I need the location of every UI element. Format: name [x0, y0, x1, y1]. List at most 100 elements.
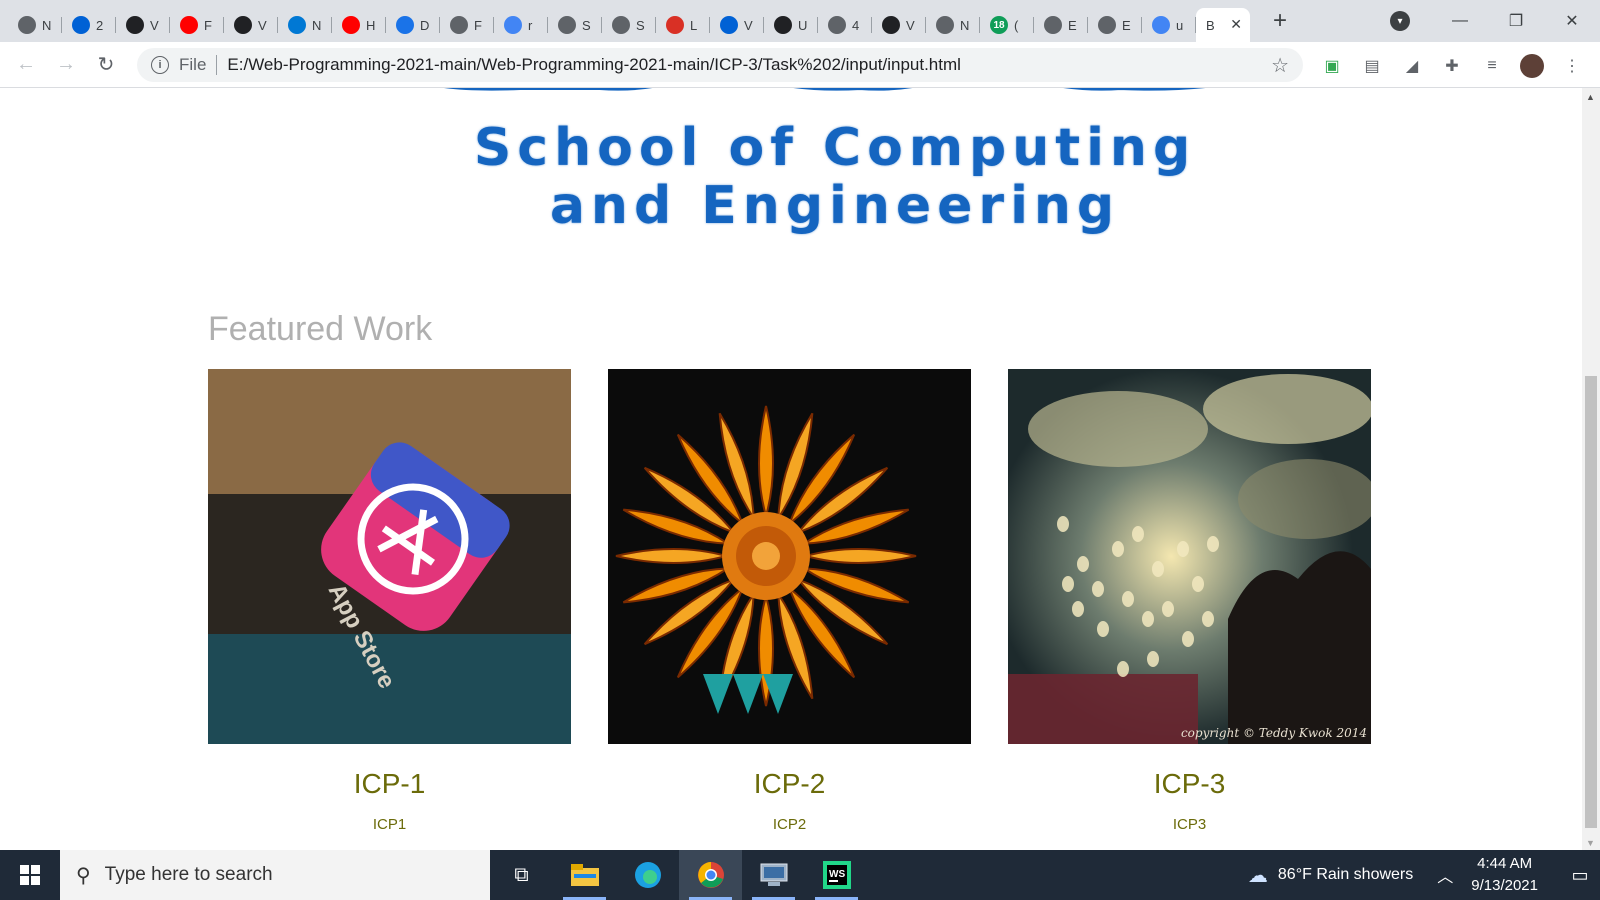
browser-tab[interactable]: N: [8, 8, 62, 42]
minimize-button[interactable]: —: [1432, 12, 1488, 30]
back-button[interactable]: ←: [6, 53, 46, 76]
bokeh-night-image[interactable]: copyright © Teddy Kwok 2014: [1008, 369, 1371, 744]
browser-tab[interactable]: U: [764, 8, 818, 42]
task-view-icon[interactable]: ⧉: [490, 850, 553, 900]
bookmark-star-icon[interactable]: ☆: [1271, 53, 1289, 78]
browser-tab[interactable]: N: [926, 8, 980, 42]
browser-tab[interactable]: S: [602, 8, 656, 42]
page-scrollbar[interactable]: ▲ ▼: [1582, 88, 1600, 850]
card-subtitle: ICP2: [772, 816, 807, 833]
scroll-down-arrow-icon[interactable]: ▼: [1586, 838, 1595, 848]
browser-tab[interactable]: 2: [62, 8, 116, 42]
webstorm-icon[interactable]: WS: [805, 850, 868, 900]
system-tray: ☁ 86°F Rain showers ︿ 4:44 AM 9/13/2021 …: [1248, 850, 1600, 900]
scrollbar-thumb[interactable]: [1585, 376, 1597, 828]
browser-tab[interactable]: L: [656, 8, 710, 42]
tab-title: U: [798, 17, 808, 33]
media-queue-icon[interactable]: ≡: [1480, 54, 1504, 78]
browser-tab[interactable]: V: [872, 8, 926, 42]
notification-center-icon[interactable]: ▭: [1560, 865, 1600, 886]
burst-icon: [666, 16, 684, 34]
restore-button[interactable]: ❐: [1488, 11, 1544, 31]
browser-menu-icon[interactable]: ⋮: [1560, 54, 1584, 78]
browser-tab[interactable]: r: [494, 8, 548, 42]
browser-tab[interactable]: N: [278, 8, 332, 42]
extension-bag-icon[interactable]: ▤: [1360, 54, 1384, 78]
start-button[interactable]: [0, 850, 60, 900]
browser-tab[interactable]: S: [548, 8, 602, 42]
tab-title: H: [366, 17, 376, 33]
browser-tab[interactable]: H: [332, 8, 386, 42]
browser-tab[interactable]: F: [170, 8, 224, 42]
card-title[interactable]: ICP-3: [1008, 768, 1371, 800]
tab-title: E: [1122, 17, 1131, 33]
browser-tab[interactable]: E: [1088, 8, 1142, 42]
tab-title: D: [420, 17, 430, 33]
forward-button[interactable]: →: [46, 53, 86, 76]
address-bar[interactable]: i File E:/Web-Programming-2021-main/Web-…: [137, 48, 1303, 82]
browser-tab[interactable]: D: [386, 8, 440, 42]
box-icon: [72, 16, 90, 34]
browser-tab[interactable]: V: [116, 8, 170, 42]
close-window-button[interactable]: ✕: [1544, 11, 1600, 31]
taskbar-search-box[interactable]: ⚲ Type here to search: [60, 850, 490, 900]
browser-tab[interactable]: u: [1142, 8, 1196, 42]
tab-title: E: [1068, 17, 1077, 33]
close-tab-icon[interactable]: ✕: [1230, 16, 1242, 33]
globe-icon: [828, 16, 846, 34]
work-card-icp1[interactable]: App Store ICP-1 ICP1: [208, 369, 571, 833]
chevron-up-icon[interactable]: ︿: [1437, 863, 1453, 887]
browser-tab[interactable]: V: [224, 8, 278, 42]
tab-title: V: [150, 17, 159, 33]
tab-title: V: [258, 17, 267, 33]
cube-icon: [558, 16, 576, 34]
tab-active[interactable]: B ✕: [1196, 8, 1250, 42]
url-scheme-label: File: [179, 55, 207, 74]
search-icon: ⚲: [76, 864, 91, 887]
flower-image[interactable]: [608, 369, 971, 744]
url-text[interactable]: E:/Web-Programming-2021-main/Web-Program…: [227, 55, 961, 75]
tab-title: 2: [96, 17, 104, 33]
browser-tab[interactable]: E: [1034, 8, 1088, 42]
cloud-rain-icon: ☁: [1247, 864, 1268, 887]
extension-check-icon[interactable]: ▣: [1320, 54, 1344, 78]
globe-icon: [450, 16, 468, 34]
taskbar-clock[interactable]: 4:44 AM 9/13/2021: [1471, 853, 1538, 897]
app-store-image[interactable]: App Store: [208, 369, 571, 744]
browser-tab[interactable]: V: [710, 8, 764, 42]
reload-button[interactable]: ↻: [86, 52, 126, 77]
chrome-icon: [936, 16, 954, 34]
scroll-up-arrow-icon[interactable]: ▲: [1586, 92, 1595, 102]
site-info-icon[interactable]: i: [151, 56, 169, 74]
address-divider: [216, 55, 218, 75]
tab-title: V: [744, 17, 753, 33]
browser-tab[interactable]: 4: [818, 8, 872, 42]
tab-title: r: [528, 17, 533, 33]
featured-heading: Featured Work: [208, 310, 433, 348]
card-title[interactable]: ICP-2: [608, 768, 971, 800]
school-banner: School of Computing and Engineering: [300, 88, 1370, 268]
tab-title: N: [312, 17, 322, 33]
chrome-icon[interactable]: [679, 850, 742, 900]
tab-title: 4: [852, 17, 860, 33]
tab-title: L: [690, 17, 698, 33]
weather-widget[interactable]: ☁ 86°F Rain showers: [1248, 863, 1413, 888]
tab-title: (: [1014, 17, 1019, 33]
tab-search-icon[interactable]: ▾: [1390, 11, 1410, 31]
windows-taskbar: ⚲ Type here to search ⧉ WS ☁ 86°F Rain s…: [0, 850, 1600, 900]
browser-tab[interactable]: 18 (: [980, 8, 1034, 42]
new-tab-button[interactable]: +: [1262, 0, 1298, 42]
card-subtitle: ICP3: [1172, 816, 1207, 833]
download-icon: [396, 16, 414, 34]
computer-icon[interactable]: [742, 850, 805, 900]
extensions-puzzle-icon[interactable]: ✚: [1440, 54, 1464, 78]
browser-tab[interactable]: F: [440, 8, 494, 42]
tab-title: u: [1176, 17, 1184, 33]
work-card-icp2[interactable]: ICP-2 ICP2: [608, 369, 971, 833]
extension-chart-icon[interactable]: ◢: [1400, 54, 1424, 78]
edge-icon[interactable]: [616, 850, 679, 900]
profile-avatar[interactable]: [1520, 54, 1544, 78]
file-explorer-icon[interactable]: [553, 850, 616, 900]
work-card-icp3[interactable]: copyright © Teddy Kwok 2014 ICP-3 ICP3: [1008, 369, 1371, 833]
card-title[interactable]: ICP-1: [208, 768, 571, 800]
